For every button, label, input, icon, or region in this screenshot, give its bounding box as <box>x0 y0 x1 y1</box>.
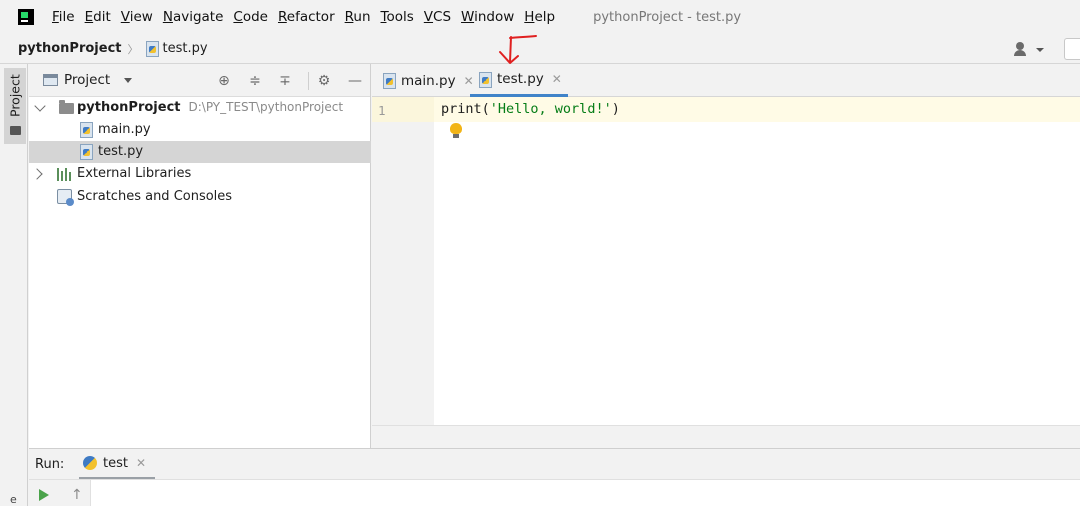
tree-item-label: test.py <box>98 144 144 159</box>
lightbulb-icon[interactable] <box>450 123 462 139</box>
menu-run[interactable]: Run <box>345 9 371 25</box>
line-number: 1 <box>378 103 386 118</box>
tree-item-external-libraries[interactable]: External Libraries <box>29 163 371 185</box>
run-tab-test[interactable]: test ✕ <box>79 449 155 480</box>
menu-refactor[interactable]: Refactor <box>278 9 335 25</box>
python-file-icon <box>478 71 492 88</box>
run-tab-label: test <box>103 455 128 471</box>
tab-label: main.py <box>401 72 456 89</box>
python-file-icon <box>145 41 159 57</box>
breadcrumb-project[interactable]: pythonProject <box>18 41 122 56</box>
tree-item-test-py[interactable]: test.py <box>29 141 371 163</box>
chevron-down-icon[interactable] <box>1036 48 1044 52</box>
code-editor[interactable]: print('Hello, world!') <box>434 97 1080 425</box>
strip-bottom-label: e <box>10 493 17 506</box>
project-tab-label: Project <box>7 74 23 118</box>
window-title: pythonProject - test.py <box>593 9 742 25</box>
tree-item-scratches[interactable]: Scratches and Consoles <box>29 186 371 208</box>
project-panel: Project ⊕ ≑ ∓ ⚙ — pythonProject D:\PY_TES… <box>29 64 371 448</box>
tab-label: test.py <box>497 71 544 87</box>
close-icon[interactable]: ✕ <box>552 72 562 86</box>
code-string-literal: 'Hello, world!' <box>489 101 612 117</box>
editor-horizontal-scrollbar[interactable] <box>372 425 1080 448</box>
tree-item-label: Scratches and Consoles <box>77 189 233 204</box>
project-view-selector[interactable]: Project <box>64 72 110 88</box>
menu-bar: File Edit View Navigate Code Refactor Ru… <box>0 0 1080 34</box>
menu-navigate[interactable]: Navigate <box>163 9 224 25</box>
run-label: Run: <box>35 456 65 472</box>
python-file-icon <box>79 122 93 138</box>
folder-icon <box>59 100 74 114</box>
run-console[interactable]: ↑ <box>29 479 1080 506</box>
library-icon <box>57 168 73 181</box>
hide-panel-icon[interactable]: — <box>347 73 363 89</box>
tree-root-name: pythonProject <box>77 100 181 115</box>
annotation-arrow-icon <box>499 35 537 64</box>
breadcrumb-file[interactable]: test.py <box>163 41 208 56</box>
chevron-down-icon[interactable] <box>34 100 46 112</box>
run-toolbar: ↑ <box>29 480 91 506</box>
menu-view[interactable]: View <box>121 9 153 25</box>
expand-all-icon[interactable]: ≑ <box>247 73 263 89</box>
chevron-down-icon[interactable] <box>124 77 133 83</box>
menu-file[interactable]: File <box>52 9 75 25</box>
collapse-all-icon[interactable]: ∓ <box>277 73 293 89</box>
menu-vcs[interactable]: VCS <box>424 9 451 25</box>
close-icon[interactable]: ✕ <box>136 456 146 470</box>
project-view-icon <box>43 74 58 86</box>
editor-tab-bar: main.py ✕ test.py ✕ <box>372 64 1080 97</box>
project-tool-window-tab[interactable]: Project <box>4 68 26 144</box>
project-panel-header: Project ⊕ ≑ ∓ ⚙ — <box>29 64 370 97</box>
folder-icon <box>10 126 21 135</box>
tree-item-project-root[interactable]: pythonProject D:\PY_TEST\pythonProject <box>29 97 371 119</box>
pycharm-logo-icon <box>18 9 34 25</box>
code-call: print( <box>441 101 490 117</box>
menu-tools[interactable]: Tools <box>381 9 414 25</box>
left-tool-strip: Project e <box>0 64 28 506</box>
tree-root-path: D:\PY_TEST\pythonProject <box>188 100 344 114</box>
python-file-icon <box>79 144 93 160</box>
toolbar-overflow-button[interactable] <box>1064 38 1080 60</box>
menu-edit[interactable]: Edit <box>85 9 111 25</box>
tree-item-label: main.py <box>98 122 151 137</box>
locate-file-icon[interactable]: ⊕ <box>216 73 232 89</box>
toolbar-divider <box>308 72 309 90</box>
chevron-right-icon[interactable] <box>31 168 43 180</box>
chevron-right-icon: 〉 <box>127 42 139 56</box>
scratches-icon <box>57 189 74 206</box>
code-call-close: ) <box>611 101 620 117</box>
run-tool-window-header: Run: test ✕ <box>29 448 1080 480</box>
menu-help[interactable]: Help <box>524 9 555 25</box>
python-file-icon <box>382 73 396 89</box>
tree-item-main-py[interactable]: main.py <box>29 119 371 141</box>
menu-window[interactable]: Window <box>461 9 514 25</box>
gear-icon[interactable]: ⚙ <box>316 73 332 89</box>
arrow-up-icon[interactable]: ↑ <box>71 488 83 502</box>
menu-code[interactable]: Code <box>233 9 268 25</box>
code-line[interactable]: print('Hello, world!') <box>441 101 620 117</box>
tab-main-py[interactable]: main.py ✕ <box>382 64 474 97</box>
editor-gutter: 1 <box>372 97 434 425</box>
play-icon[interactable] <box>39 489 49 501</box>
python-icon <box>83 456 97 470</box>
tree-item-label: External Libraries <box>77 166 192 181</box>
